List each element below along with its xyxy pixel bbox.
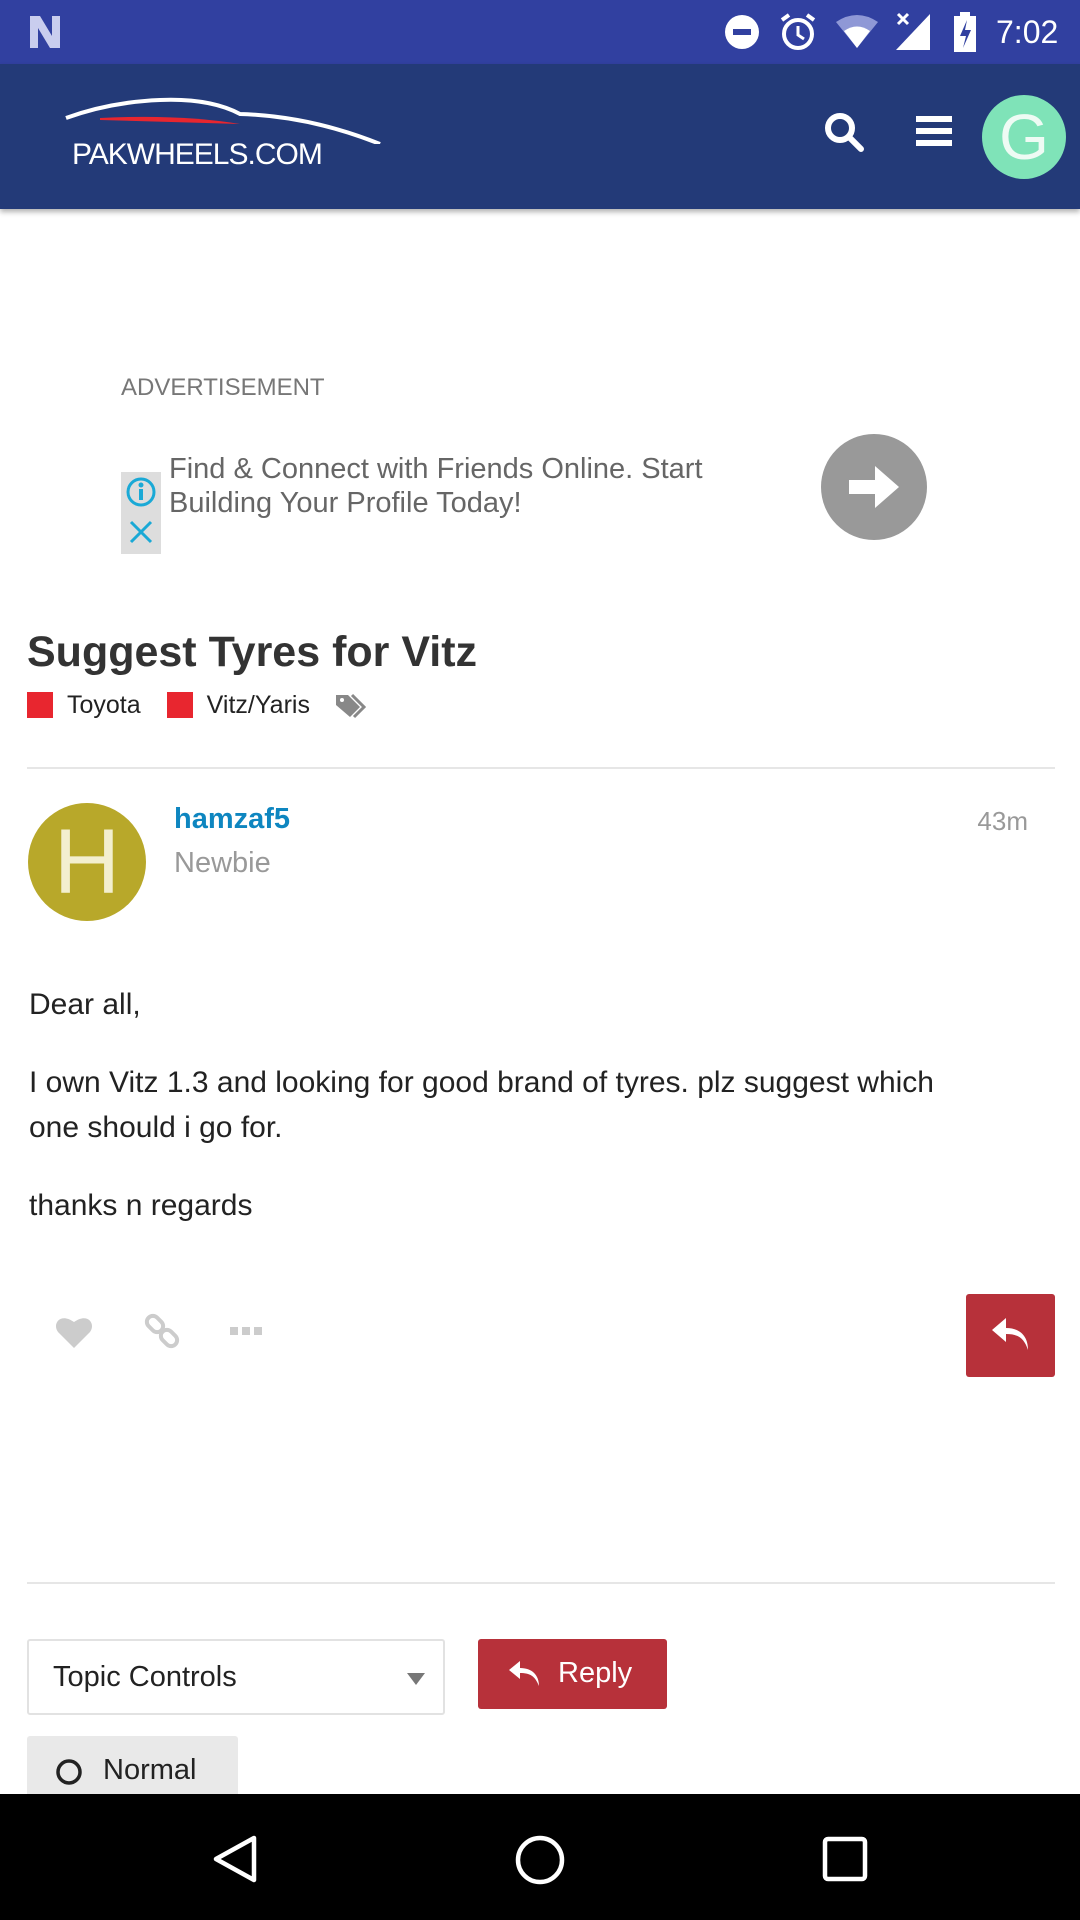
topic-title: Suggest Tyres for Vitz <box>27 628 478 676</box>
category-color-swatch <box>166 692 193 718</box>
notification-level-label: Normal <box>103 1754 197 1786</box>
logo[interactable]: PAKWHEELS.COM <box>60 94 390 174</box>
circle-icon <box>56 1759 82 1785</box>
post-time[interactable]: 43m <box>977 806 1028 837</box>
divider <box>27 1582 1055 1584</box>
close-icon[interactable] <box>125 516 157 548</box>
ad-text-line: Find & Connect with Friends Online. Star… <box>169 453 703 485</box>
ad-text-line: Building Your Profile Today! <box>169 487 522 519</box>
topic-controls-label: Topic Controls <box>53 1661 237 1693</box>
tags-icon[interactable] <box>334 691 366 719</box>
category-color-swatch <box>27 692 53 718</box>
post-paragraph: Dear all, <box>29 988 141 1021</box>
recents-icon[interactable] <box>822 1836 868 1882</box>
caret-down-icon <box>407 1673 425 1685</box>
ad-text[interactable]: Find & Connect with Friends Online. Star… <box>169 452 703 520</box>
user-title: Newbie <box>174 847 271 879</box>
divider <box>27 767 1055 769</box>
link-icon[interactable] <box>144 1312 182 1350</box>
info-icon[interactable] <box>125 476 157 508</box>
back-icon[interactable] <box>212 1834 258 1884</box>
do-not-disturb-icon <box>725 15 759 49</box>
reply-arrow-icon <box>992 1318 1028 1350</box>
post-avatar[interactable]: H <box>28 803 146 921</box>
clock: 7:02 <box>996 14 1059 50</box>
search-icon[interactable] <box>822 110 866 154</box>
app-header: PAKWHEELS.COM G <box>0 64 1080 209</box>
post-body: Dear all, I own Vitz 1.3 and looking for… <box>29 982 1029 1228</box>
like-heart-icon[interactable] <box>54 1314 94 1350</box>
post-username[interactable]: hamzaf5 <box>174 803 290 836</box>
topic-controls-dropdown[interactable]: Topic Controls <box>27 1639 445 1715</box>
hamburger-menu-icon[interactable] <box>914 112 954 152</box>
reply-label: Reply <box>558 1657 633 1689</box>
more-options-icon[interactable] <box>230 1326 262 1336</box>
user-avatar[interactable]: G <box>982 95 1066 179</box>
category-vitz-yaris[interactable]: Vitz/Yaris <box>207 691 310 720</box>
ad-choices[interactable] <box>121 472 161 554</box>
home-icon[interactable] <box>514 1834 566 1886</box>
signal-icon <box>896 12 930 50</box>
notification-n-icon <box>30 16 60 48</box>
ad-arrow-button[interactable] <box>821 434 927 540</box>
alarm-icon <box>780 13 816 50</box>
advertisement-label: ADVERTISEMENT <box>121 374 325 401</box>
post-paragraph: thanks n regards <box>29 1189 253 1222</box>
reply-arrow-icon <box>509 1661 539 1686</box>
post-reply-button[interactable] <box>966 1294 1055 1377</box>
navigation-bar <box>0 1794 1080 1920</box>
post-paragraph: I own Vitz 1.3 and looking for good bran… <box>29 1066 934 1144</box>
topic-categories: Toyota Vitz/Yaris <box>27 690 366 720</box>
reply-button[interactable]: Reply <box>478 1639 667 1709</box>
wifi-icon <box>836 15 878 48</box>
status-bar: 7:02 <box>0 0 1080 64</box>
car-silhouette-logo-icon <box>65 97 381 144</box>
category-toyota[interactable]: Toyota <box>67 691 141 720</box>
battery-charging-icon <box>954 12 976 52</box>
logo-text: PAKWHEELS.COM <box>72 138 323 171</box>
